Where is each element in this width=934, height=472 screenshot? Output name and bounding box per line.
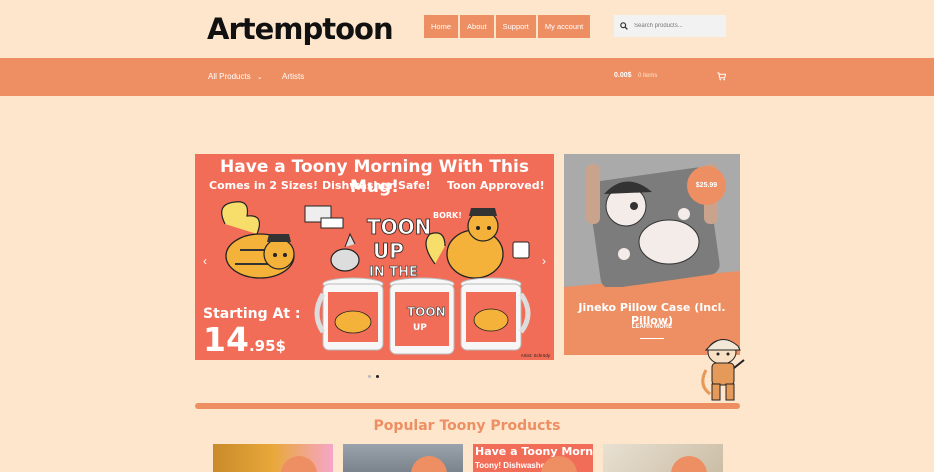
slide-price: 14.95$ [203, 320, 286, 359]
mug-left [314, 277, 384, 351]
slide-price-cents: .95$ [248, 337, 286, 355]
nav-my-account[interactable]: My account [537, 15, 591, 38]
nav-artists[interactable]: Artists [282, 72, 304, 81]
chevron-down-icon: ⌄ [256, 74, 263, 81]
cat-illustration-right: BORK! [425, 208, 530, 279]
learn-more-underline [640, 338, 664, 339]
product-price-badge [671, 456, 707, 472]
svg-text:TOON: TOON [407, 305, 446, 319]
svg-text:UP: UP [413, 323, 427, 333]
slider-dot-2[interactable] [376, 375, 379, 378]
cat-illustration-left [221, 201, 295, 279]
slider-next-arrow-icon[interactable]: › [542, 254, 546, 268]
price-badge: $25.99 [687, 166, 726, 205]
nav-support[interactable]: Support [495, 15, 536, 38]
top-navigation: Home About Support My account [424, 15, 591, 38]
svg-text:IN THE: IN THE [369, 265, 418, 280]
site-logo[interactable]: Artemptoon [207, 12, 394, 46]
nav-home[interactable]: Home [424, 15, 459, 38]
section-divider [195, 403, 740, 409]
nav-about[interactable]: About [460, 15, 494, 38]
product-card[interactable] [213, 444, 333, 472]
search-input[interactable] [634, 23, 724, 29]
popular-products-title: Popular Toony Products [373, 418, 561, 434]
artist-credit: Artist: Schrödy [520, 353, 550, 358]
main-navbar [0, 58, 934, 96]
product-price-badge [411, 456, 447, 472]
mug-middle: TOON UP [389, 277, 455, 355]
product-card[interactable]: Have a Toony Morning With Th Toony! Dish… [473, 444, 593, 472]
product-price-badge [541, 456, 577, 472]
cart-total[interactable]: 0.00$ [614, 72, 632, 79]
mug-right [460, 277, 531, 351]
svg-text:BORK!: BORK! [433, 211, 462, 220]
product-card-subtext: Toony! Dishwasher [475, 461, 549, 470]
search-box [614, 15, 726, 37]
product-price-badge [281, 456, 317, 472]
slider-dots [368, 375, 379, 378]
cart-icon[interactable] [717, 72, 726, 81]
product-grid: Have a Toony Morning With Th Toony! Dish… [213, 444, 723, 472]
cart-item-count[interactable]: 0 items [638, 73, 657, 79]
slide-price-main: 14 [203, 320, 249, 359]
search-icon[interactable] [620, 22, 628, 30]
product-card[interactable] [343, 444, 463, 472]
svg-text:UP: UP [373, 239, 404, 263]
nav-all-products-label: All Products [208, 72, 251, 81]
svg-text:TOON: TOON [367, 215, 431, 239]
nav-all-products[interactable]: All Products ⌄ [208, 72, 263, 81]
hero-slider[interactable]: Have a Toony Morning With This Mug! Come… [195, 154, 554, 360]
product-card[interactable] [603, 444, 723, 472]
teapot-illustration [304, 205, 360, 272]
product-card-text: Have a Toony Morning With Th [475, 445, 593, 458]
mascot-illustration [701, 339, 745, 401]
slider-prev-arrow-icon[interactable]: ‹ [203, 254, 207, 268]
slider-dot-1[interactable] [368, 375, 371, 378]
